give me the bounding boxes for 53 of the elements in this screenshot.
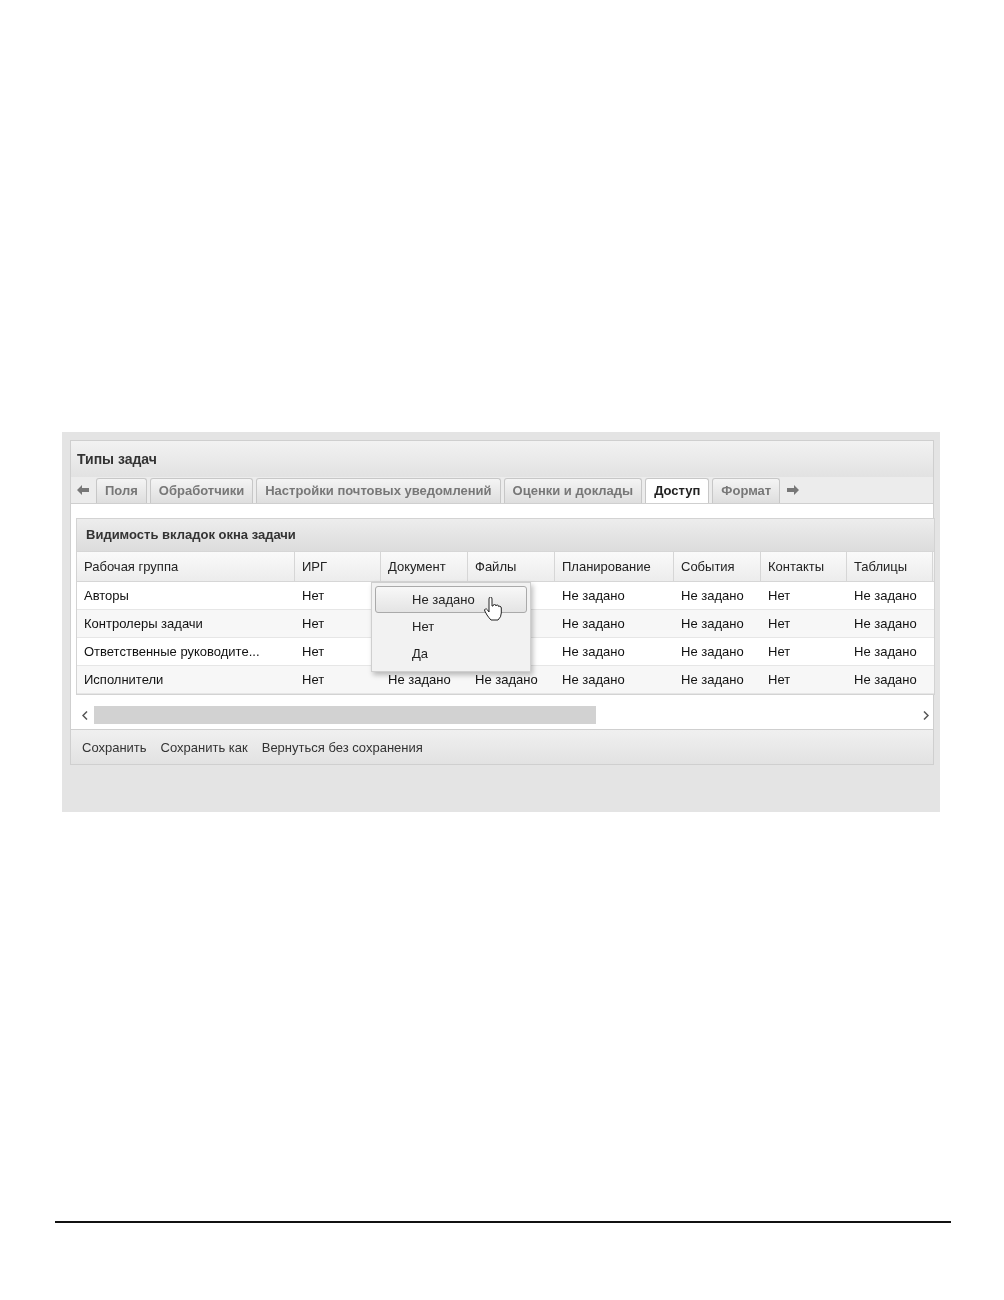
tab[interactable]: Оценки и доклады — [503, 478, 643, 503]
table-cell-text: Не задано — [561, 643, 626, 661]
table-cell-text: Исполнители — [83, 671, 165, 689]
table-cell-text: Нет — [767, 643, 792, 661]
toolbar-button[interactable]: Сохранить — [76, 736, 153, 758]
scroll-left-icon[interactable] — [82, 710, 88, 720]
table-cell-text: Не задано — [474, 671, 539, 689]
column-header[interactable]: Файлы — [468, 552, 555, 581]
column-header[interactable]: Рабочая группа — [77, 552, 295, 581]
table-cell-text: Ответственные руководите... — [83, 643, 261, 661]
tab[interactable]: Доступ — [645, 478, 710, 503]
tab[interactable]: Обработчики — [149, 478, 254, 503]
table-cell-text: Не задано — [853, 587, 918, 605]
table-cell-text: Не задано — [561, 587, 626, 605]
toolbar-button[interactable]: Сохранить как — [154, 736, 254, 758]
tab[interactable]: Формат — [712, 478, 781, 503]
table-cell-text: Контролеры задачи — [83, 615, 204, 633]
table-cell-text: Не задано — [853, 671, 918, 689]
table-cell-text: Не задано — [561, 671, 626, 689]
right-arrow-icon[interactable] — [787, 485, 800, 495]
tab[interactable]: Настройки почтовых уведомлений — [256, 478, 501, 503]
column-header[interactable]: ИРГ — [295, 552, 381, 581]
table-cell-text: Не задано — [680, 587, 745, 605]
table-cell-text: Авторы — [83, 587, 130, 605]
toolbar-button[interactable]: Вернуться без сохранения — [255, 736, 429, 758]
table-cell-text: Не задано — [680, 671, 745, 689]
tab[interactable]: Поля — [96, 478, 147, 503]
menu-item[interactable]: Да — [375, 640, 527, 667]
menu-item[interactable]: Не задано — [375, 586, 527, 613]
table-cell-text: Не задано — [680, 615, 745, 633]
column-header[interactable]: Контакты — [761, 552, 847, 581]
grid-title: Видимость вкладок окна задачи — [77, 519, 934, 551]
table-cell-text: Не задано — [387, 671, 452, 689]
table-cell-text: Нет — [301, 615, 326, 633]
table-cell-text: Не задано — [561, 615, 626, 633]
table-cell-text: Нет — [767, 671, 792, 689]
scroll-right-icon[interactable] — [923, 710, 929, 720]
table-cell-text: Нет — [767, 615, 792, 633]
column-header[interactable]: Планирование — [555, 552, 674, 581]
table-cell-text: Нет — [301, 587, 326, 605]
column-header[interactable]: События — [674, 552, 761, 581]
table-cell-text: Нет — [301, 671, 326, 689]
table-cell-text: Нет — [767, 587, 792, 605]
table-cell-text: Не задано — [853, 615, 918, 633]
hand-cursor-icon — [484, 597, 502, 621]
column-header[interactable]: Таблицы — [847, 552, 933, 581]
menu-item[interactable]: Нет — [375, 613, 527, 640]
table-cell-text: Не задано — [680, 643, 745, 661]
left-arrow-icon[interactable] — [77, 485, 89, 495]
column-header[interactable]: Документ — [381, 552, 468, 581]
table-cell-text: Нет — [301, 643, 326, 661]
window-title: Типы задач — [71, 441, 933, 477]
table-cell-text: Не задано — [853, 643, 918, 661]
